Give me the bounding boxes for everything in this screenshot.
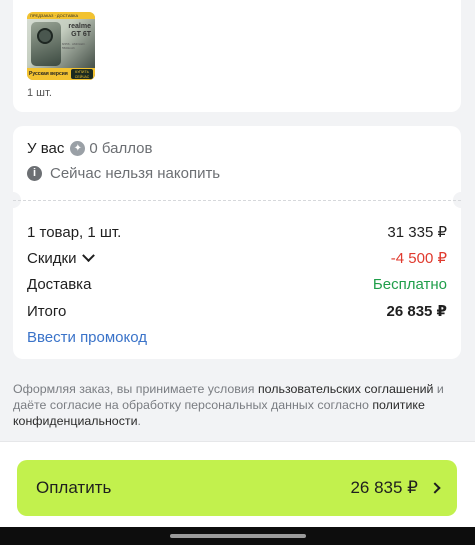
goods-value: 31 335 ₽ — [387, 224, 447, 241]
discount-value: -4 500 ₽ — [390, 250, 447, 267]
chevron-down-icon[interactable] — [82, 248, 96, 262]
discount-row[interactable]: Скидки -4 500 ₽ — [27, 248, 447, 268]
total-label: Итого — [27, 302, 67, 320]
thumbnail-top-banner: ПРЕДЗАКАЗ · ДОСТАВКА — [27, 12, 95, 19]
delivery-label: Доставка — [27, 275, 92, 293]
points-value: 0 баллов — [89, 139, 153, 157]
chevron-right-icon — [429, 482, 441, 494]
delivery-row: Доставка Бесплатно — [27, 274, 447, 294]
user-agreements-link[interactable]: пользовательских соглашений — [258, 382, 434, 396]
delivery-value: Бесплатно — [372, 275, 447, 293]
dashed-divider — [13, 200, 461, 201]
checkout-bar: Оплатить 26 835 ₽ — [0, 441, 475, 527]
points-prefix: У вас — [27, 139, 65, 157]
promo-code-link[interactable]: Ввести промокод — [27, 329, 147, 346]
order-summary-card: У вас ✦ 0 баллов i Сейчас нельзя накопит… — [5, 126, 469, 359]
home-indicator[interactable] — [170, 534, 306, 538]
product-card: ПРЕДЗАКАЗ · ДОСТАВКА realme GT 6T 8/256 … — [13, 0, 461, 112]
product-thumbnail[interactable]: ПРЕДЗАКАЗ · ДОСТАВКА realme GT 6T 8/256 … — [27, 12, 95, 80]
pay-button-amount: 26 835 ₽ — [350, 478, 418, 497]
thumbnail-brand: realme — [68, 23, 91, 30]
system-nav-bar — [0, 527, 475, 545]
legal-text-1: Оформляя заказ, вы принимаете условия — [13, 382, 258, 396]
points-balance: У вас ✦ 0 баллов — [27, 138, 447, 158]
thumbnail-buy-badge: КУПИТЬ СЕЙЧАС — [71, 69, 93, 79]
thumbnail-model: GT 6T — [71, 31, 91, 38]
points-icon: ✦ — [70, 140, 86, 156]
legal-notice: Оформляя заказ, вы принимаете условия по… — [13, 381, 463, 429]
info-icon[interactable]: i — [27, 165, 42, 181]
total-row: Итого 26 835 ₽ — [27, 301, 447, 321]
goods-row: 1 товар, 1 шт. 31 335 ₽ — [27, 222, 447, 242]
total-value: 26 835 ₽ — [386, 303, 447, 320]
product-quantity: 1 шт. — [27, 87, 52, 99]
phone-image — [31, 22, 61, 66]
points-info: i Сейчас нельзя накопить — [27, 163, 447, 183]
discount-label: Скидки — [27, 249, 77, 267]
pay-button-label: Оплатить — [36, 478, 112, 497]
pay-button[interactable]: Оплатить 26 835 ₽ — [17, 460, 457, 516]
points-info-text: Сейчас нельзя накопить — [50, 164, 221, 182]
promo-row: Ввести промокод — [27, 327, 447, 347]
goods-label: 1 товар, 1 шт. — [27, 223, 122, 241]
legal-text-3: . — [137, 414, 141, 428]
thumbnail-specs: 8/256 · AMOLED · 5500mAh — [62, 42, 87, 50]
